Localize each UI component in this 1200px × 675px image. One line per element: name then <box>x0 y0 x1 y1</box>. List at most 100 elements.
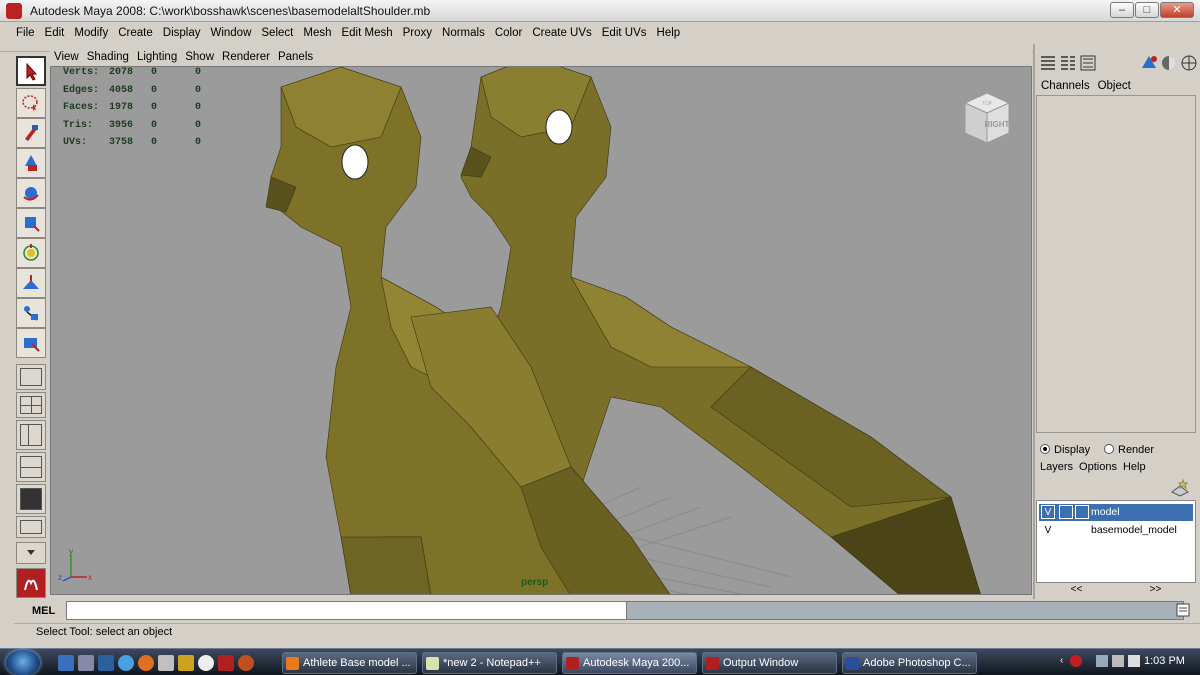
internet-explorer-icon[interactable] <box>118 655 134 671</box>
quicklaunch-explorer-icon[interactable] <box>98 655 114 671</box>
soft-modification-button[interactable] <box>16 268 46 298</box>
wireframe-mode-icon[interactable] <box>1180 54 1198 72</box>
camera-name-label: persp <box>521 577 549 588</box>
panel-menu-show[interactable]: Show <box>185 51 214 63</box>
menu-modify[interactable]: Modify <box>74 27 108 39</box>
media-player-icon[interactable] <box>198 655 214 671</box>
layers-menu[interactable]: Layers <box>1040 461 1073 473</box>
lasso-tool-button[interactable] <box>16 88 46 118</box>
menu-mesh[interactable]: Mesh <box>303 27 331 39</box>
axis-y-label: y <box>69 547 73 556</box>
persp-outliner-layout-button[interactable] <box>16 420 46 450</box>
layer-template-toggle[interactable] <box>1059 505 1073 519</box>
display-radio-option[interactable]: Display <box>1040 444 1090 456</box>
menu-display[interactable]: Display <box>163 27 201 39</box>
script-editor-icon[interactable] <box>1176 603 1190 617</box>
rotate-tool-button[interactable] <box>16 178 46 208</box>
command-input[interactable] <box>66 601 636 620</box>
move-tool-button[interactable] <box>16 148 46 178</box>
channel-box-toggle-icon[interactable] <box>1039 54 1057 72</box>
panel-menu-view[interactable]: View <box>54 51 79 63</box>
menu-edit[interactable]: Edit <box>45 27 65 39</box>
menu-normals[interactable]: Normals <box>442 27 485 39</box>
single-pane-layout-button[interactable] <box>16 364 46 390</box>
show-desktop-icon[interactable] <box>58 655 74 671</box>
menu-create-uvs[interactable]: Create UVs <box>532 27 591 39</box>
layout-outliner-icon <box>20 424 42 446</box>
taskbar-item-maya[interactable]: Autodesk Maya 200... <box>562 652 697 674</box>
quicklaunch-app-icon[interactable] <box>158 655 174 671</box>
menu-edit-uvs[interactable]: Edit UVs <box>602 27 647 39</box>
layer-nav-left-button[interactable]: << <box>1071 584 1083 598</box>
last-tool-button[interactable] <box>16 328 46 358</box>
switch-windows-icon[interactable] <box>78 655 94 671</box>
taskbar-item-output-window[interactable]: Output Window <box>702 652 837 674</box>
right-panel-divider[interactable] <box>1033 44 1035 599</box>
firefox-icon[interactable] <box>138 655 154 671</box>
layer-row-basemodel[interactable]: V basemodel_model <box>1039 522 1193 539</box>
menu-select[interactable]: Select <box>261 27 293 39</box>
panel-menu-lighting[interactable]: Lighting <box>137 51 177 63</box>
panel-menu-renderer[interactable]: Renderer <box>222 51 270 63</box>
select-tool-button[interactable] <box>16 56 46 86</box>
layer-color-swatch[interactable] <box>1075 505 1089 519</box>
new-layer-icon[interactable] <box>1170 478 1190 498</box>
panel-menu-shading[interactable]: Shading <box>87 51 129 63</box>
show-manipulator-button[interactable] <box>16 298 46 328</box>
maya-logo-button[interactable] <box>16 568 46 598</box>
persp-graph-layout-button[interactable] <box>16 452 46 482</box>
universal-manipulator-button[interactable] <box>16 238 46 268</box>
create-tools-icon[interactable] <box>1140 54 1158 72</box>
maya-quicklaunch-icon[interactable] <box>218 655 234 671</box>
paint-select-button[interactable] <box>16 118 46 148</box>
taskbar-item-firefox[interactable]: Athlete Base model ... <box>282 652 417 674</box>
object-menu[interactable]: Object <box>1098 80 1131 92</box>
perspective-viewport[interactable]: Verts: 2078 0 0 Edges: 4058 0 0 Faces: 1978 0 0 T… <box>50 66 1032 595</box>
quicklaunch-c-icon[interactable] <box>238 655 254 671</box>
channels-menu[interactable]: Channels <box>1041 80 1090 92</box>
persp-hypergraph-layout-button[interactable] <box>16 516 46 538</box>
view-cube[interactable]: RIGHT TOP <box>959 89 1015 152</box>
display-mode-icon[interactable] <box>1160 54 1178 72</box>
channel-box-body[interactable] <box>1036 95 1196 433</box>
minimize-button[interactable]: – <box>1110 2 1134 18</box>
command-language-label[interactable]: MEL <box>14 602 64 620</box>
scale-tool-button[interactable] <box>16 208 46 238</box>
close-button[interactable]: ✕ <box>1160 2 1194 18</box>
quicklaunch-tool-icon[interactable] <box>178 655 194 671</box>
maya-window: Autodesk Maya 2008: C:\work\bosshawk\sce… <box>0 0 1200 675</box>
attribute-editor-toggle-icon[interactable] <box>1059 54 1077 72</box>
menu-help[interactable]: Help <box>657 27 681 39</box>
menu-edit-mesh[interactable]: Edit Mesh <box>341 27 392 39</box>
panel-menu-panels[interactable]: Panels <box>278 51 313 63</box>
menu-color[interactable]: Color <box>495 27 522 39</box>
options-menu[interactable]: Options <box>1079 461 1117 473</box>
menu-file[interactable]: File <box>16 27 35 39</box>
menu-create[interactable]: Create <box>118 27 153 39</box>
layer-template-toggle[interactable] <box>1059 523 1073 537</box>
power-icon[interactable] <box>1128 655 1140 667</box>
maximize-button[interactable]: □ <box>1135 2 1159 18</box>
hypershade-layout-button[interactable] <box>16 484 46 514</box>
layer-visibility-toggle[interactable]: V <box>1041 505 1055 519</box>
layer-nav-right-button[interactable]: >> <box>1150 584 1162 598</box>
volume-icon[interactable] <box>1112 655 1124 667</box>
menu-proxy[interactable]: Proxy <box>403 27 432 39</box>
tray-expand-icon[interactable]: ‹ <box>1060 655 1063 666</box>
four-pane-layout-button[interactable] <box>16 392 46 418</box>
layer-row-model[interactable]: V model <box>1039 504 1193 521</box>
network-icon[interactable] <box>1096 655 1108 667</box>
tool-settings-toggle-icon[interactable] <box>1079 54 1097 72</box>
layer-color-swatch[interactable] <box>1075 523 1089 537</box>
layout-hypershade-icon <box>20 488 42 510</box>
system-clock[interactable]: 1:03 PM <box>1144 655 1185 667</box>
start-button[interactable] <box>6 650 40 675</box>
taskbar-item-notepad[interactable]: *new 2 - Notepad++ <box>422 652 557 674</box>
help-menu[interactable]: Help <box>1123 461 1146 473</box>
menu-window[interactable]: Window <box>210 27 251 39</box>
taskbar-item-photoshop[interactable]: Adobe Photoshop C... <box>842 652 977 674</box>
render-radio-option[interactable]: Render <box>1104 444 1154 456</box>
layout-more-button[interactable] <box>16 542 46 564</box>
layer-visibility-toggle[interactable]: V <box>1041 523 1055 537</box>
tray-app-icon[interactable] <box>1070 655 1082 667</box>
